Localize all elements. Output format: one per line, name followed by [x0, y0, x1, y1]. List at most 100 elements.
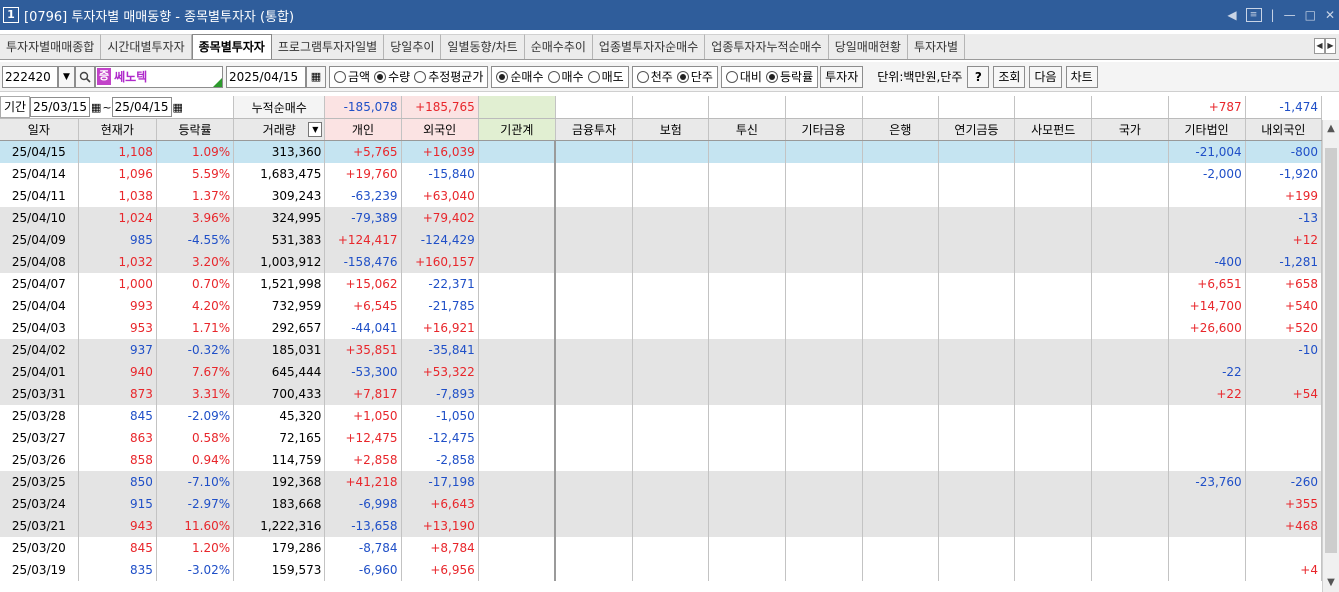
table-cell: 25/03/31 — [0, 382, 79, 405]
table-row[interactable]: 25/04/14 1,096 5.59% 1,683,475 +19,760 -15,84… — [0, 162, 1323, 185]
scroll-up-icon[interactable]: ▲ — [1323, 122, 1339, 136]
unit-radio[interactable]: 단주 — [675, 68, 715, 85]
window-menu-icon[interactable]: ≡ — [1245, 8, 1262, 22]
next-button[interactable]: 다음 — [1029, 65, 1062, 88]
table-row[interactable]: 25/04/09 985 -4.55% 531,383 +124,417 -124,429… — [0, 228, 1323, 251]
tab-scroll-left-icon[interactable]: ◀ — [1314, 38, 1325, 54]
column-header[interactable]: 개인 — [324, 118, 402, 141]
investor-button[interactable]: 투자자 — [820, 65, 864, 88]
chart-button[interactable]: 차트 — [1065, 65, 1098, 88]
tab-item[interactable]: 투자자별 — [907, 34, 966, 59]
table-row[interactable]: 25/04/15 1,108 1.09% 313,360 +5,765 +16,039 -2… — [0, 140, 1323, 163]
table-cell: -8,784 — [324, 536, 402, 559]
period-tilde: ~ — [102, 100, 112, 114]
scroll-down-icon[interactable]: ▼ — [1323, 576, 1339, 590]
table-row[interactable]: 25/04/01 940 7.67% 645,444 -53,300 +53,322 -22 — [0, 360, 1323, 383]
trade-radio[interactable]: 매수 — [546, 68, 586, 85]
rate-radio[interactable]: 대비 — [724, 68, 764, 85]
column-header[interactable]: 현재가 — [78, 118, 157, 141]
close-icon[interactable]: ✕ — [1325, 8, 1335, 22]
amount-radio[interactable]: 수량 — [372, 68, 412, 85]
column-header[interactable]: 은행 — [862, 118, 939, 141]
rate-radio[interactable]: 등락률 — [764, 68, 815, 85]
calendar-from-icon[interactable]: ▦ — [91, 101, 101, 114]
tab-item[interactable]: 일별동향/차트 — [441, 34, 525, 59]
column-header[interactable]: 거래량 ▼ — [233, 118, 326, 141]
scroll-thumb[interactable] — [1325, 148, 1337, 553]
stock-search-button[interactable] — [75, 65, 95, 88]
amount-radio[interactable]: 추정평균가 — [412, 68, 485, 85]
table-row[interactable]: 25/03/26 858 0.94% 114,759 +2,858 -2,858 — [0, 448, 1323, 471]
amount-radio[interactable]: 금액 — [332, 68, 372, 85]
table-row[interactable]: 25/03/21 943 11.60% 1,222,316 -13,658 +13,190… — [0, 514, 1323, 537]
table-cell: -1,920 — [1245, 162, 1323, 185]
table-row[interactable]: 25/04/02 937 -0.32% 185,031 +35,851 -35,841 -1… — [0, 338, 1323, 361]
column-header[interactable]: 등락률 — [156, 118, 235, 141]
maximize-icon[interactable]: □ — [1305, 8, 1316, 22]
table-row[interactable]: 25/04/10 1,024 3.96% 324,995 -79,389 +79,402 -… — [0, 206, 1323, 229]
table-cell — [1168, 338, 1246, 361]
table-cell: 993 — [78, 294, 157, 317]
tab-item[interactable]: 종목별투자자 — [191, 34, 272, 59]
stock-code-input[interactable]: 222420 — [2, 65, 58, 88]
table-cell — [938, 404, 1016, 427]
calendar-button[interactable]: ▦ — [306, 65, 326, 88]
table-cell: -10 — [1245, 338, 1323, 361]
column-header[interactable]: 투신 — [708, 118, 786, 141]
column-header[interactable]: 보험 — [632, 118, 710, 141]
column-header[interactable]: 사모펀드 — [1014, 118, 1093, 141]
table-row[interactable]: 25/03/20 845 1.20% 179,286 -8,784 +8,784 — [0, 536, 1323, 559]
minimize-icon[interactable]: — — [1284, 8, 1296, 22]
table-row[interactable]: 25/04/11 1,038 1.37% 309,243 -63,239 +63,040 +… — [0, 184, 1323, 207]
period-to-input[interactable]: 25/04/15 — [111, 97, 172, 117]
query-button[interactable]: 조회 — [993, 65, 1026, 88]
table-row[interactable]: 25/04/04 993 4.20% 732,959 +6,545 -21,785 +14,… — [0, 294, 1323, 317]
column-header[interactable]: 기타법인 — [1168, 118, 1246, 141]
sort-down-icon[interactable]: ▼ — [308, 122, 323, 137]
column-header[interactable]: 기타금융 — [785, 118, 863, 141]
column-header[interactable]: 연기금등 — [938, 118, 1016, 141]
column-header[interactable]: 내외국인 — [1245, 118, 1323, 141]
previous-window-icon[interactable]: ◀ — [1227, 8, 1236, 22]
table-row[interactable]: 25/03/31 873 3.31% 700,433 +7,817 -7,893 +22 +5… — [0, 382, 1323, 405]
tab-item[interactable]: 투자자별매매종합 — [0, 34, 102, 59]
tab-item[interactable]: 당일매매현황 — [828, 34, 908, 59]
vertical-scrollbar[interactable]: ▲ ▼ — [1322, 120, 1339, 592]
table-row[interactable]: 25/03/28 845 -2.09% 45,320 +1,050 -1,050 — [0, 404, 1323, 427]
tab-item[interactable]: 프로그램투자자일별 — [271, 34, 385, 59]
table-row[interactable]: 25/03/19 835 -3.02% 159,573 -6,960 +6,956 +4 — [0, 558, 1323, 581]
table-cell — [785, 382, 863, 405]
tab-item[interactable]: 시간대별투자자 — [101, 34, 192, 59]
stock-name-field[interactable]: 증 쎄노텍 — [95, 65, 223, 88]
amount-radio-label: 추정평균가 — [428, 70, 484, 84]
table-row[interactable]: 25/03/27 863 0.58% 72,165 +12,475 -12,475 — [0, 426, 1323, 449]
tab-item[interactable]: 업종투자자누적순매수 — [705, 34, 829, 59]
table-row[interactable]: 25/04/07 1,000 0.70% 1,521,998 +15,062 -22,37… — [0, 272, 1323, 295]
table-row[interactable]: 25/04/03 953 1.71% 292,657 -44,041 +16,921 +26… — [0, 316, 1323, 339]
column-header[interactable]: 외국인 — [401, 118, 479, 141]
table-cell: 850 — [78, 470, 157, 493]
help-button[interactable]: ? — [967, 65, 990, 88]
table-row[interactable]: 25/03/25 850 -7.10% 192,368 +41,218 -17,198 -2… — [0, 470, 1323, 493]
code-dropdown-button[interactable]: ▼ — [58, 65, 75, 88]
tab-item[interactable]: 당일추이 — [384, 34, 442, 59]
tab-item[interactable]: 업종별투자자순매수 — [592, 34, 706, 59]
table-row[interactable]: 25/03/24 915 -2.97% 183,668 -6,998 +6,643 +355 — [0, 492, 1323, 515]
trade-radio[interactable]: 매도 — [586, 68, 626, 85]
table-cell: 292,657 — [233, 316, 326, 339]
column-header[interactable]: 기관계 — [478, 118, 556, 141]
trade-radio[interactable]: 순매수 — [494, 68, 545, 85]
tab-item[interactable]: 순매수추이 — [524, 34, 593, 59]
table-cell — [1091, 360, 1169, 383]
period-from-input[interactable]: 25/03/15 — [30, 97, 90, 117]
table-cell — [938, 536, 1016, 559]
column-header[interactable]: 금융투자 — [555, 118, 634, 141]
column-header[interactable]: 국가 — [1091, 118, 1169, 141]
tab-scroll-right-icon[interactable]: ▶ — [1325, 38, 1336, 54]
calendar-to-icon[interactable]: ▦ — [173, 101, 183, 114]
table-row[interactable]: 25/04/08 1,032 3.20% 1,003,912 -158,476 +160,… — [0, 250, 1323, 273]
column-header[interactable]: 일자 — [0, 118, 79, 141]
query-toolbar: 222420 ▼ 증 쎄노텍 2025/04/15 ▦ 금액 수량 추정평균가 순매… — [0, 62, 1339, 92]
date-input[interactable]: 2025/04/15 — [226, 65, 306, 88]
unit-radio[interactable]: 천주 — [635, 68, 675, 85]
